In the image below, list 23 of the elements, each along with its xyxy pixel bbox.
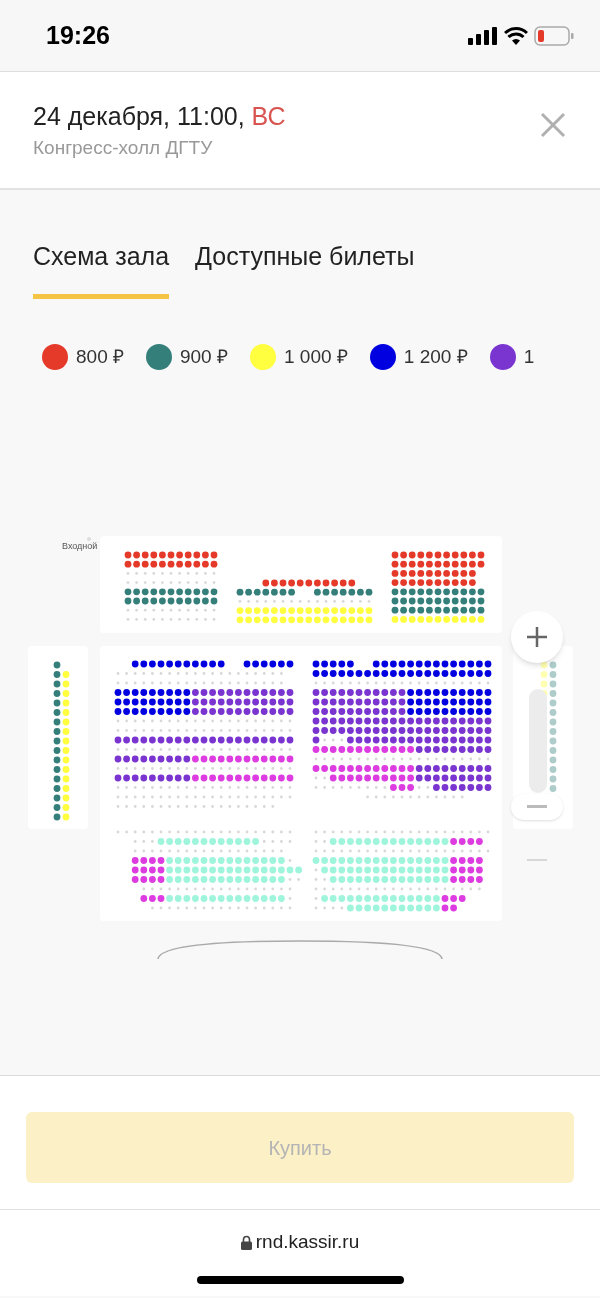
price-label: 1 200 ₽ [403, 344, 468, 369]
url-text[interactable]: rnd.kassir.ru [255, 1228, 360, 1257]
price-label: 1 000 ₽ [283, 344, 348, 369]
event-title: 24 декабря, 11:00, ВС [33, 101, 286, 132]
minus-icon [527, 805, 547, 809]
entrance-label: Входной [62, 541, 98, 551]
plus-icon [526, 626, 548, 648]
wifi-icon [504, 26, 528, 45]
battery-icon [534, 25, 574, 46]
price-label: 900 ₽ [180, 344, 228, 369]
minus-icon[interactable] [527, 859, 547, 862]
lock-icon [240, 1234, 252, 1250]
signal-icon [468, 26, 498, 45]
close-icon [540, 112, 566, 138]
venue-name: Конгресс-холл ДГТУ [33, 136, 214, 160]
zoom-out-button[interactable] [511, 794, 563, 820]
tab[interactable]: Доступные билеты [195, 238, 415, 299]
tab[interactable]: Схема зала [33, 238, 170, 299]
price-label: 800 ₽ [76, 344, 124, 369]
zoom-in-button[interactable] [511, 611, 563, 663]
status-time: 19:26 [46, 19, 110, 51]
zoom-slider-track[interactable] [529, 689, 547, 793]
price-label: 1 [523, 344, 535, 369]
